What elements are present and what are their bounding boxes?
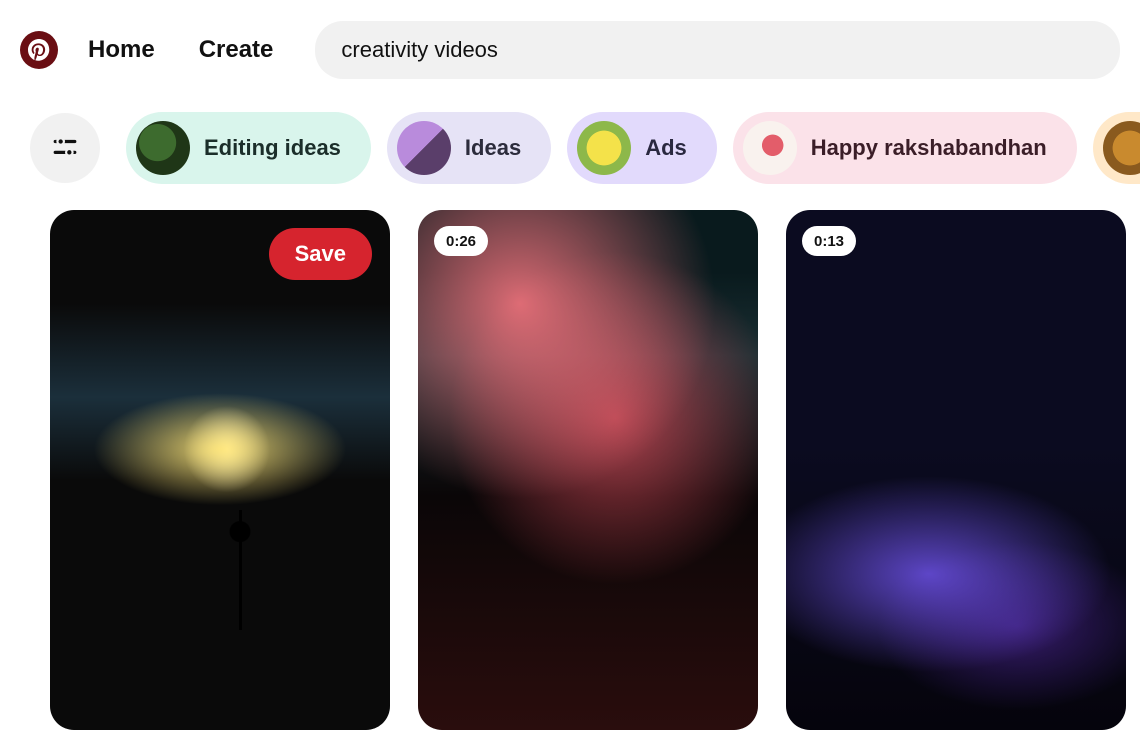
chip-label: Happy rakshabandhan <box>811 135 1047 161</box>
sliders-icon <box>52 135 78 161</box>
pin-image <box>418 210 758 730</box>
chip-label: Ideas <box>465 135 521 161</box>
chip-thumb <box>577 121 631 175</box>
suggestion-chip-ideas[interactable]: Ideas <box>387 112 551 184</box>
chip-label: Ads <box>645 135 687 161</box>
suggestion-chip-row: Editing ideas Ideas Ads Happy rakshaband… <box>0 100 1140 210</box>
pin-image <box>786 210 1126 730</box>
save-button[interactable]: Save <box>269 228 372 280</box>
suggestion-chip-partial[interactable]: Ra <box>1093 112 1140 184</box>
filter-button[interactable] <box>30 113 100 183</box>
video-duration-badge: 0:26 <box>434 226 488 256</box>
nav-create[interactable]: Create <box>185 28 288 72</box>
results-grid: Save 0:26 0:13 <box>0 210 1140 730</box>
pinterest-logo[interactable] <box>20 31 58 69</box>
search-wrap <box>315 21 1120 79</box>
pin-card[interactable]: 0:26 <box>418 210 758 730</box>
chip-thumb <box>136 121 190 175</box>
nav-home[interactable]: Home <box>74 28 169 72</box>
pin-card[interactable]: Save <box>50 210 390 730</box>
suggestion-chip-happy-rakshabandhan[interactable]: Happy rakshabandhan <box>733 112 1077 184</box>
pin-image <box>50 210 390 730</box>
pin-card[interactable]: 0:13 <box>786 210 1126 730</box>
chip-thumb <box>397 121 451 175</box>
suggestion-chip-ads[interactable]: Ads <box>567 112 717 184</box>
suggestion-chip-editing-ideas[interactable]: Editing ideas <box>126 112 371 184</box>
chip-thumb <box>743 121 797 175</box>
pinterest-icon <box>28 39 50 61</box>
video-duration-badge: 0:13 <box>802 226 856 256</box>
top-header: Home Create <box>0 0 1140 100</box>
chip-thumb <box>1103 121 1140 175</box>
chip-label: Editing ideas <box>204 135 341 161</box>
search-input[interactable] <box>315 21 1120 79</box>
